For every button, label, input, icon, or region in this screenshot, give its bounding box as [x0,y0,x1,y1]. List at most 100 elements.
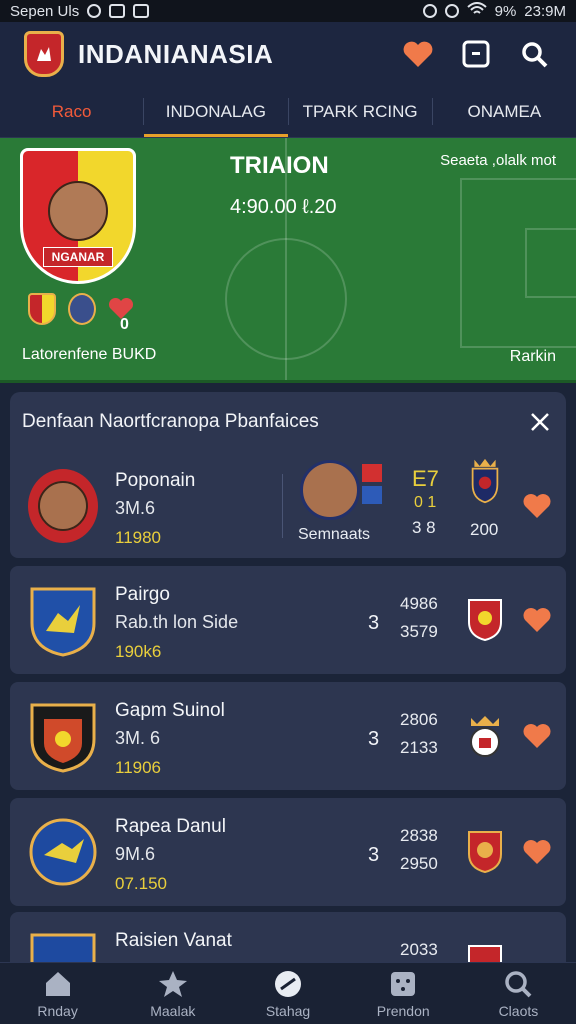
stat-top: E7 [412,466,439,491]
hero-footer-right[interactable]: Rarkin [510,348,556,366]
nav-label: Claots [498,1002,539,1019]
player-name: Rapea Danul [115,816,226,837]
search-button[interactable] [516,36,552,72]
player2-avatar [300,460,360,520]
heart-icon[interactable] [522,606,552,634]
player-avatar [28,469,98,543]
club-crest-icon [471,458,499,504]
player-row[interactable]: Rapea Danul 9M.6 07.150 3 2838 2950 [10,798,566,906]
alarm-icon [422,4,437,18]
nav-claots[interactable]: Claots [461,963,576,1024]
settings-icon [444,4,459,18]
players-panel: Denfaan Naortfcranopa Pbanfaices Poponai… [10,392,566,1024]
player-name: Raisien Vanat [115,930,232,951]
player-price: 9M.6 [115,844,156,864]
stat-1: 2838 [400,826,438,845]
hero-mini-badges [28,293,134,325]
tab-tpark-rcing[interactable]: TPARK RCING [289,86,432,137]
club-value: 200 [470,520,499,539]
club-crest-icon [30,703,96,773]
player2-label: Semnaats [298,526,371,543]
card-icons [362,464,384,508]
favorite-button[interactable] [400,36,436,72]
battery-text: 9% [494,2,517,20]
status-time: 23:9M [524,2,566,20]
club-crest-icon [470,716,500,757]
close-button[interactable] [526,408,554,436]
player-avatar [48,181,108,241]
status-bar: Sepen Uls 9% 23:9M [0,0,576,22]
club-crest-icon [468,599,502,642]
search-icon [505,970,532,997]
tab-onamea[interactable]: ONAMEA [433,86,576,137]
wifi-icon [466,2,487,20]
home-icon [45,971,70,996]
status-carrier: Sepen Uls [10,2,80,20]
player-name: Pairgo [115,584,170,605]
nav-label: Rnday [37,1002,78,1019]
nav-label: Stahag [265,1002,311,1019]
player-value: 11980 [115,528,162,547]
notification-icon [87,4,102,18]
hero-note: Seaeta ,olalk mot [440,152,556,169]
stat-2: 3579 [400,622,438,641]
heart-icon[interactable] [522,838,552,866]
tab-label: ONAMEA [467,101,542,121]
hero-banner[interactable]: NGANAR 0 TRIAION 4:90.00 ℓ.20 Seaeta ,ol… [0,138,576,383]
tab-raco[interactable]: Raco [0,86,143,137]
player-value: 190k6 [115,642,162,661]
panel-header: Denfaan Naortfcranopa Pbanfaices [10,392,566,452]
player-badge [68,293,96,325]
player-name: Poponain [115,470,196,491]
player-value: 11906 [115,758,162,777]
stat-2: 2950 [400,854,438,873]
app-logo[interactable] [24,31,64,77]
player-position: Rab.th lon Side [115,612,239,632]
stat-1: 4986 [400,594,438,613]
close-icon [531,413,549,431]
player-row[interactable]: Gapm Suinol 3M. 6 11906 3 2806 2133 [10,682,566,790]
nav-maalak[interactable]: Maalak [115,963,230,1024]
tab-bar: Raco INDONALAG TPARK RCING ONAMEA [0,86,576,138]
club-crest-icon [30,587,96,657]
featured-player-row[interactable]: Poponain 3M.6 11980 Semnaats E7 0 1 3 8 … [10,452,566,558]
search-icon [522,42,548,68]
player-row[interactable]: Pairgo Rab.th lon Side 190k6 3 4986 3579 [10,566,566,674]
player-rank: 3 [368,612,380,634]
nav-label: Maalak [150,1002,196,1019]
calendar-button[interactable] [458,36,494,72]
player-shield: NGANAR [20,148,136,284]
star-icon [158,970,187,997]
stat-1: 2806 [400,710,438,729]
tab-label: INDONALAG [165,101,266,121]
grid-icon [391,971,416,996]
stat-1: 2033 [400,940,438,959]
ball-icon [275,970,301,997]
calendar-icon [462,40,490,68]
stat-2: 2133 [400,738,438,757]
app-header: INDANIANASIA [0,22,576,86]
nav-home[interactable]: Rnday [0,963,115,1024]
mail-icon [133,4,150,18]
heart-icon[interactable] [522,722,552,750]
panel-title: Denfaan Naortfcranopa Pbanfaices [22,411,319,432]
club-crest-icon [468,831,502,874]
player-price: 3M. 6 [115,728,161,748]
nav-label: Prendon [376,1002,430,1019]
tab-indonalag[interactable]: INDONALAG [144,86,288,137]
club-badge [28,293,56,325]
nav-prendon[interactable]: Prendon [346,963,461,1024]
image-icon [109,4,126,18]
stat-mid: 0 1 [414,494,437,511]
hero-count: 0 [120,316,129,333]
tab-label: TPARK RCING [302,101,418,121]
hero-title: TRIAION [230,152,329,179]
player-name: Gapm Suinol [115,700,225,721]
stat-bot: 3 8 [412,518,436,537]
hero-score: 4:90.00 ℓ.20 [230,196,337,218]
player-rank: 3 [368,844,380,866]
player-banner: NGANAR [42,247,114,267]
player-rank: 3 [368,728,380,750]
nav-stahag[interactable]: Stahag [230,963,345,1024]
heart-icon[interactable] [522,492,552,520]
